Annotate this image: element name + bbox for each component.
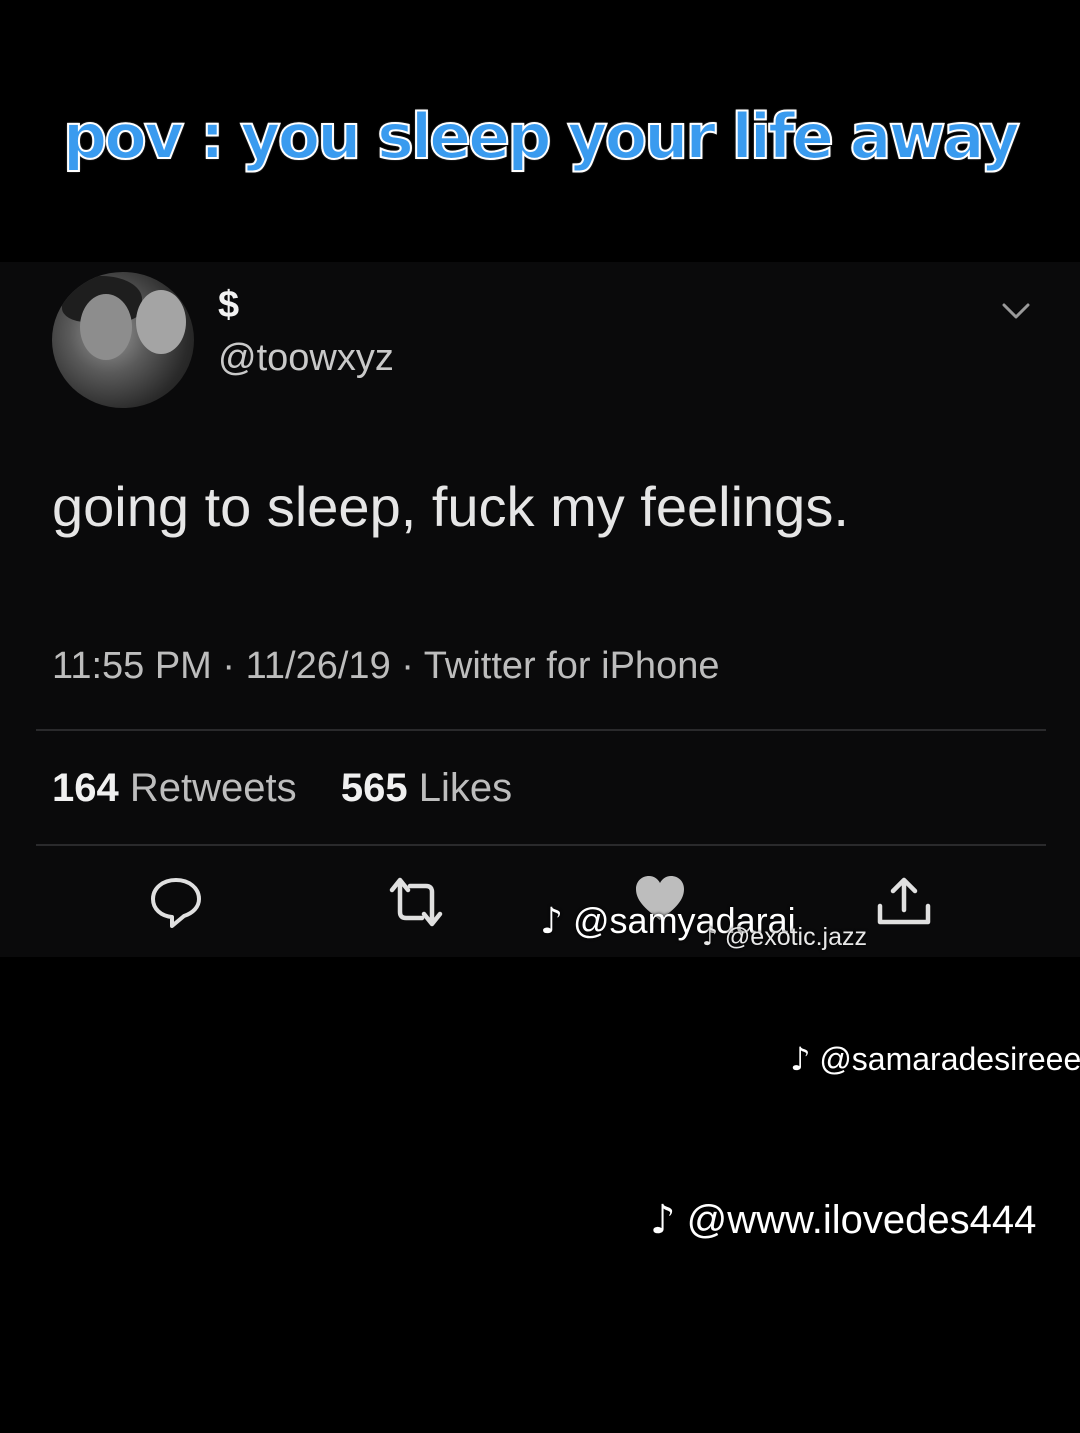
watermark-4-text: @www.ilovedes444 <box>686 1198 1037 1242</box>
tiktok-logo-icon: ♪ <box>790 1040 811 1078</box>
tiktok-logo-icon: ♪ <box>540 901 563 942</box>
retweets-label[interactable]: Retweets <box>130 766 297 810</box>
tiktok-logo-icon: ♪ <box>650 1197 676 1243</box>
retweets-count[interactable]: 164 <box>52 766 119 810</box>
tweet-text: going to sleep, fuck my feelings. <box>52 475 849 538</box>
retweet-icon[interactable] <box>386 872 446 932</box>
watermark-4: ♪ @www.ilovedes444 <box>650 1197 1036 1243</box>
user-handle[interactable]: @toowxyz <box>218 337 394 380</box>
likes-label[interactable]: Likes <box>419 766 512 810</box>
display-name[interactable]: $ <box>218 284 239 327</box>
likes-count[interactable]: 565 <box>341 766 408 810</box>
share-icon[interactable] <box>874 872 934 932</box>
reply-icon[interactable] <box>146 872 206 932</box>
tiktok-logo-icon: ♪ <box>702 922 718 951</box>
watermark-3-text: @samaradesireee <box>819 1041 1080 1077</box>
watermark-2-text: @exotic.jazz <box>724 923 868 951</box>
overlay-caption: pov : you sleep your life away <box>62 99 1021 174</box>
avatar[interactable] <box>52 272 194 408</box>
avatar-face-left <box>80 294 132 360</box>
watermark-2: ♪ @exotic.jazz <box>702 922 867 952</box>
tweet-meta: 11:55 PM · 11/26/19 · Twitter for iPhone <box>52 645 720 687</box>
watermark-3: ♪ @samaradesireee <box>790 1040 1080 1078</box>
tweet-stats: 164 Retweets 565 Likes <box>52 766 512 811</box>
avatar-face-right <box>136 290 186 354</box>
chevron-down-icon[interactable] <box>1000 298 1032 324</box>
divider-bottom <box>36 844 1046 846</box>
divider-top <box>36 729 1046 731</box>
